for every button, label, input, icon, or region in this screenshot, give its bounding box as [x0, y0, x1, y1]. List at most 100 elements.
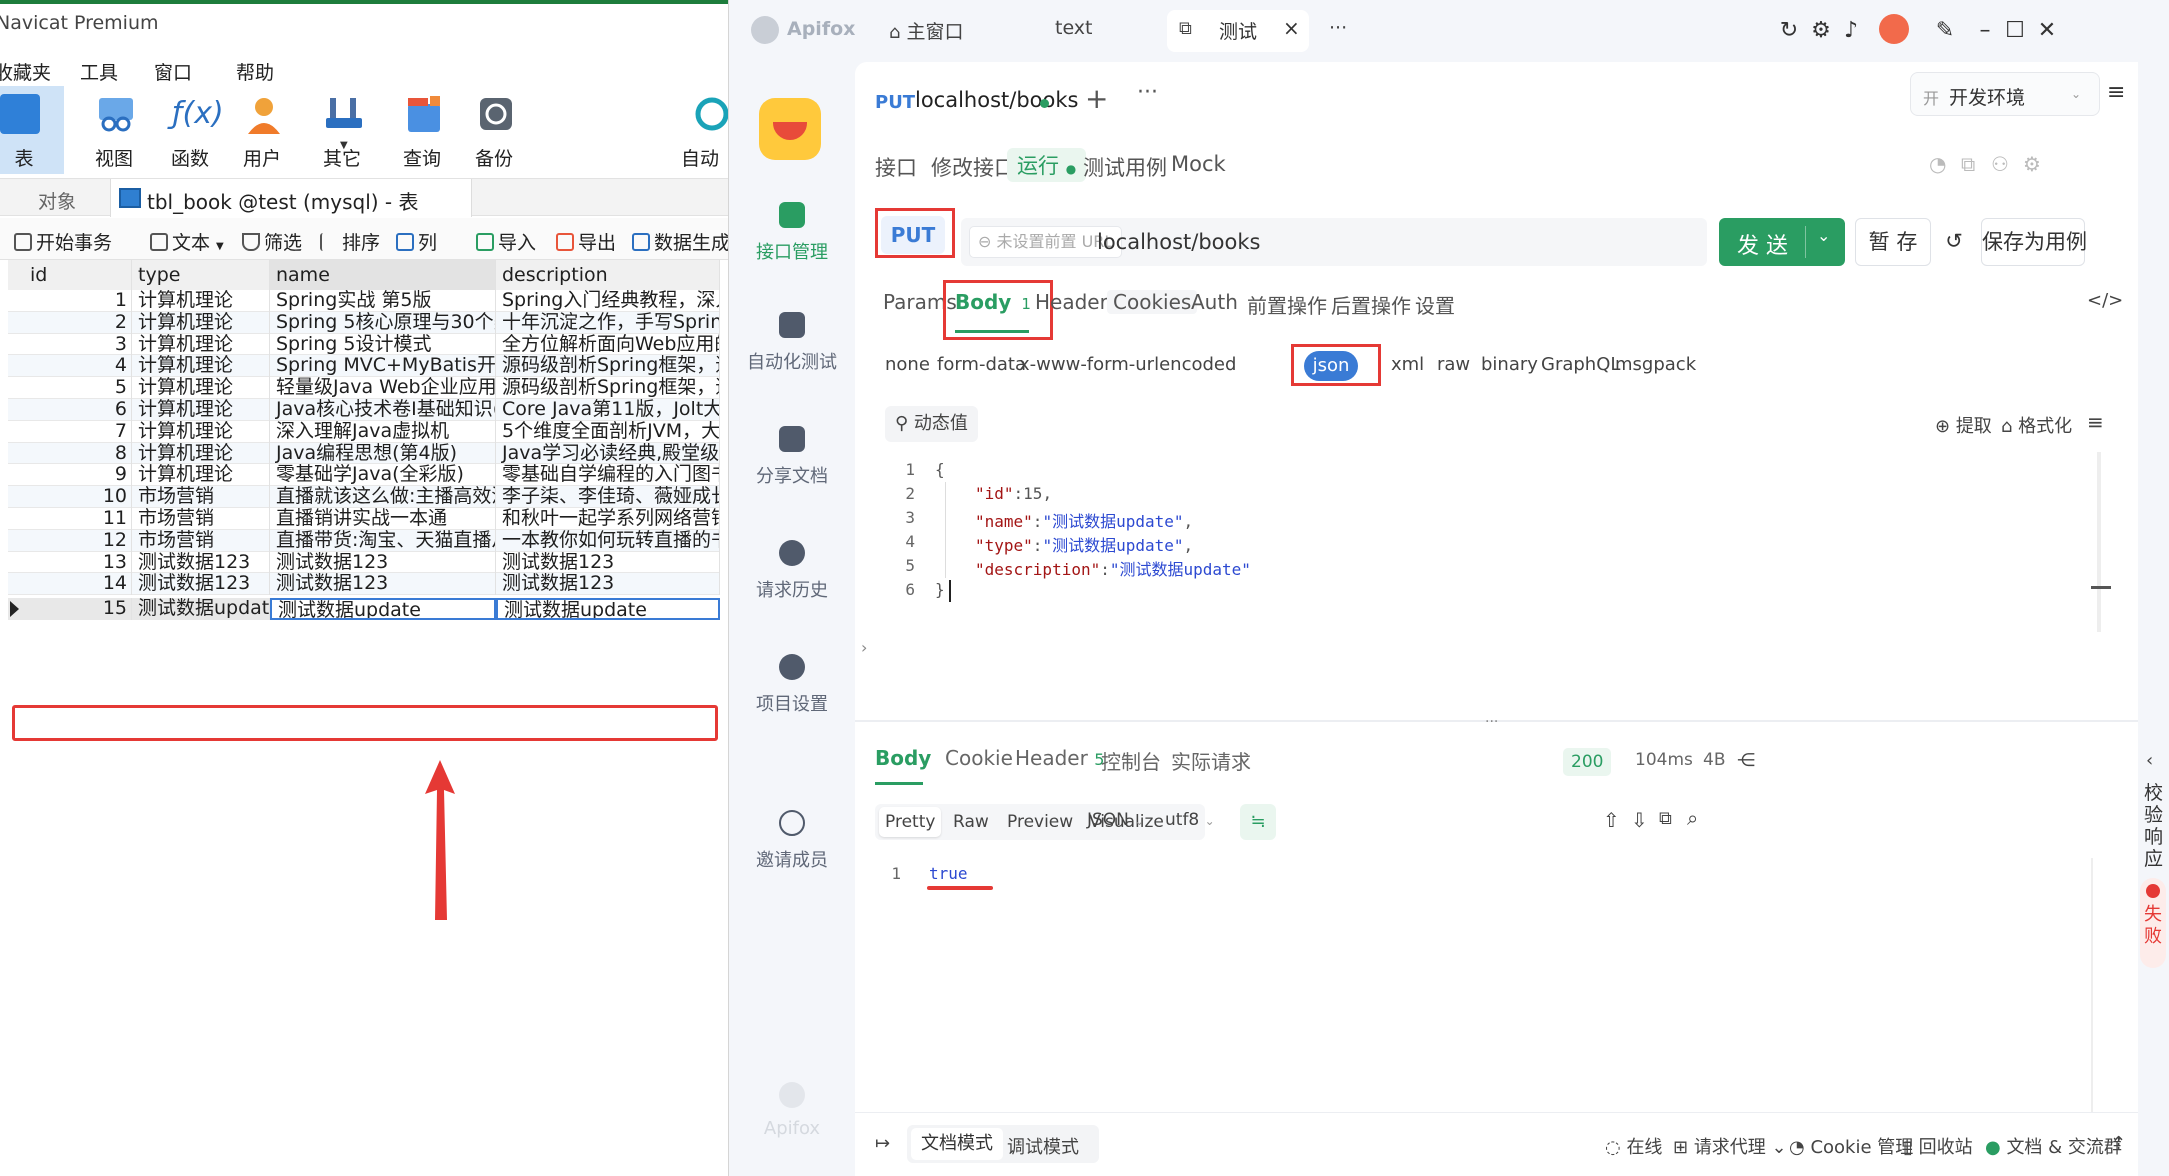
table-cell[interactable]: 一本教你如何玩转直播的书: [496, 529, 720, 552]
table-cell[interactable]: 7: [8, 420, 132, 443]
validation-result-badge[interactable]: 失败: [2140, 878, 2166, 968]
table-cell[interactable]: 2: [8, 311, 132, 334]
tab-headers[interactable]: Headers: [1035, 290, 1118, 314]
table-cell[interactable]: 李子柒、李佳琦、薇娅成长: [496, 486, 720, 508]
table-cell[interactable]: 5: [8, 377, 132, 399]
request-proxy-button[interactable]: ⊞ 请求代理 ⌄: [1673, 1133, 1787, 1159]
table-row[interactable]: 2 计算机理论 Spring 5核心原理与30个类 十年沉淀之作，手写Spring: [8, 311, 720, 334]
table-cell[interactable]: 测试数据123: [132, 573, 270, 596]
columns-button[interactable]: 列: [396, 228, 437, 255]
data-generation-button[interactable]: 数据生成: [632, 228, 728, 255]
table-cell[interactable]: 10: [8, 486, 132, 508]
wrap-toggle-icon[interactable]: ≒: [1240, 804, 1276, 840]
settings-icon[interactable]: ⚙: [2023, 152, 2041, 176]
table-cell[interactable]: 计算机理论: [132, 290, 270, 312]
table-row[interactable]: 6 计算机理论 Java核心技术卷I基础知识(Core Java第11版，Jolt大…: [8, 399, 720, 421]
table-cell[interactable]: 6: [8, 399, 132, 421]
table-cell[interactable]: 计算机理论: [132, 355, 270, 378]
sidebar-item-automation[interactable]: 自动化测试: [729, 312, 855, 374]
doc-mode-button[interactable]: 文档模式: [911, 1128, 1003, 1160]
table-cell[interactable]: 直播就该这么做:主播高效沟: [270, 486, 496, 508]
code-icon[interactable]: </>: [2087, 290, 2123, 311]
table-cell[interactable]: 15: [8, 598, 132, 620]
view-raw[interactable]: Raw: [953, 812, 989, 832]
toolbar-automation-button[interactable]: 自动: [680, 86, 728, 174]
scroll-top-icon[interactable]: ⇡: [2111, 1133, 2126, 1154]
method-select[interactable]: PUT: [881, 216, 945, 254]
table-cell[interactable]: 市场营销: [132, 508, 270, 530]
table-cell[interactable]: 全方位解析面向Web应用的: [496, 333, 720, 356]
bell-icon[interactable]: ♪: [1839, 19, 1863, 43]
others-dropdown-icon[interactable]: ▼: [340, 140, 348, 151]
menu-favorites[interactable]: 收藏夹: [0, 58, 51, 85]
table-row[interactable]: 10 市场营销 直播就该这么做:主播高效沟 李子柒、李佳琦、薇娅成长: [8, 486, 720, 508]
table-cell[interactable]: 测试数据update: [132, 598, 270, 620]
chevron-left-icon[interactable]: ‹: [2146, 750, 2153, 771]
table-cell[interactable]: 深入理解Java虚拟机: [270, 420, 496, 443]
table-cell[interactable]: 源码级剖析Spring框架，适: [496, 355, 720, 378]
table-cell[interactable]: Spring入门经典教程，深入: [496, 290, 720, 312]
view-preview[interactable]: Preview: [1007, 812, 1073, 832]
table-row[interactable]: 12 市场营销 直播带货:淘宝、天猫直播从 一本教你如何玩转直播的书: [8, 529, 720, 552]
table-row[interactable]: 5 计算机理论 轻量级Java Web企业应用 源码级剖析Spring框架，适: [8, 377, 720, 399]
close-icon[interactable]: ×: [1283, 16, 1300, 40]
drag-handle-icon[interactable]: ···: [1485, 714, 1498, 730]
debug-mode-button[interactable]: 调试模式: [1007, 1133, 1079, 1159]
toolbar-backup-button[interactable]: 备份: [444, 86, 544, 174]
project-logo[interactable]: [759, 98, 821, 160]
toolbar-table-button[interactable]: 表: [0, 86, 64, 174]
column-header[interactable]: name: [270, 260, 496, 290]
table-cell[interactable]: Spring MVC+MyBatis开发: [270, 355, 496, 378]
minimize-icon[interactable]: –: [1973, 19, 1997, 43]
column-header[interactable]: id: [8, 260, 132, 290]
more-icon[interactable]: ···: [1137, 80, 1158, 105]
wrap-lines-icon[interactable]: ≡: [2087, 410, 2104, 434]
body-type-raw[interactable]: raw: [1437, 354, 1470, 375]
table-cell[interactable]: 测试数据123: [270, 573, 496, 596]
save-as-case-button[interactable]: 保存为用例: [1981, 218, 2087, 266]
column-header[interactable]: description: [496, 260, 720, 290]
table-cell[interactable]: 计算机理论: [132, 420, 270, 443]
body-type-graphql[interactable]: GraphQL: [1541, 354, 1620, 375]
tab-test-cases[interactable]: 测试用例: [1083, 152, 1167, 182]
table-cell[interactable]: 测试数据123: [132, 551, 270, 574]
dynamic-value-button[interactable]: ⚲ 动态值: [885, 406, 978, 442]
table-cell[interactable]: 计算机理论: [132, 311, 270, 334]
table-cell[interactable]: 计算机理论: [132, 333, 270, 356]
window-tab-text[interactable]: text: [1055, 17, 1093, 39]
table-cell[interactable]: 市场营销: [132, 529, 270, 552]
chevron-right-icon[interactable]: ›: [861, 638, 867, 657]
tab-auth[interactable]: Auth: [1191, 290, 1238, 314]
table-row[interactable]: 3 计算机理论 Spring 5设计模式 全方位解析面向Web应用的: [8, 333, 720, 356]
chevron-down-icon[interactable]: ⌄: [1817, 226, 1830, 245]
tab-objects[interactable]: 对象: [38, 187, 76, 214]
refresh-icon[interactable]: ↻: [1777, 19, 1801, 43]
tab-body[interactable]: Body 1: [955, 290, 1031, 314]
table-cell[interactable]: 计算机理论: [132, 464, 270, 487]
window-close-icon[interactable]: ✕: [2035, 19, 2059, 43]
table-cell[interactable]: 14: [8, 573, 132, 596]
tab-tbl-book[interactable]: tbl_book @test (mysql) - 表: [110, 179, 472, 217]
url-input[interactable]: localhost/books: [1097, 230, 1260, 254]
table-cell[interactable]: 测试数据update: [270, 598, 496, 620]
menu-icon[interactable]: ≡: [2107, 80, 2125, 105]
copy-icon[interactable]: ⧉: [1659, 808, 1672, 829]
table-cell[interactable]: 市场营销: [132, 486, 270, 508]
extract-button[interactable]: ⊕ 提取: [1935, 412, 1992, 438]
tab-run[interactable]: 运行 ●: [1007, 148, 1087, 182]
table-cell[interactable]: 测试数据123: [496, 551, 720, 574]
response-scrollbar[interactable]: [2091, 858, 2093, 1148]
sort-button[interactable]: 排序: [320, 228, 380, 255]
table-row[interactable]: 8 计算机理论 Java编程思想(第4版) Java学习必读经典,殿堂级著: [8, 442, 720, 465]
column-header[interactable]: type: [132, 260, 270, 290]
table-cell[interactable]: 测试数据123: [496, 573, 720, 596]
table-cell[interactable]: 计算机理论: [132, 399, 270, 421]
table-cell[interactable]: Spring实战 第5版: [270, 290, 496, 312]
response-body[interactable]: 1 true: [875, 858, 2115, 898]
tab-api[interactable]: 接口: [875, 152, 917, 182]
editor-scrollbar[interactable]: [2097, 452, 2101, 632]
body-type-msgpack[interactable]: msgpack: [1615, 354, 1696, 375]
resp-tab-actual-request[interactable]: 实际请求: [1171, 746, 1251, 775]
table-cell[interactable]: 源码级剖析Spring框架，适: [496, 377, 720, 399]
table-cell[interactable]: 12: [8, 529, 132, 552]
